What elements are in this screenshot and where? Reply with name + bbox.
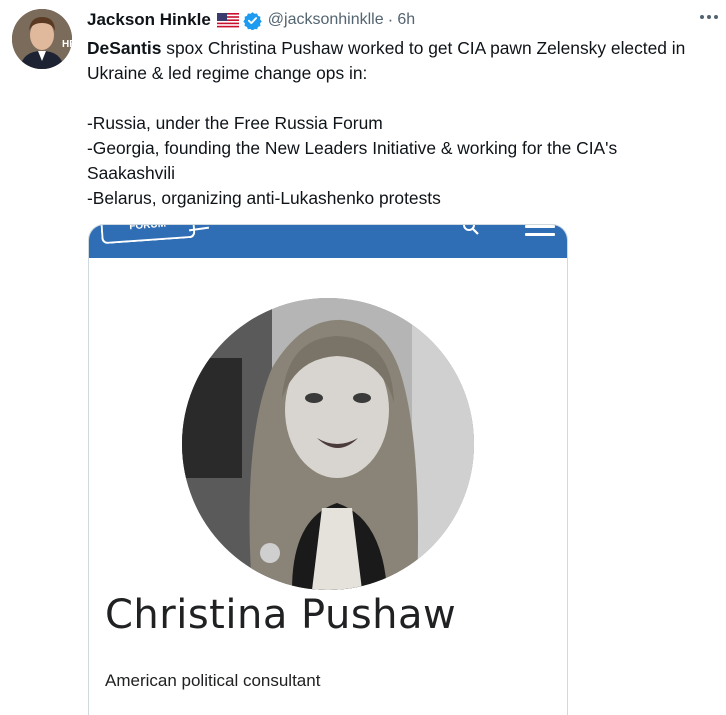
- hamburger-menu-icon: [525, 225, 555, 245]
- author-handle[interactable]: @jacksonhinklle: [268, 11, 384, 29]
- more-horizontal-icon: [700, 15, 718, 19]
- avatar-image: HB: [12, 9, 72, 69]
- tweet-line-russia: -Russia, under the Free Russia Forum: [87, 113, 383, 133]
- tweet-line-georgia: -Georgia, founding the New Leaders Initi…: [87, 138, 618, 183]
- search-icon: [463, 225, 479, 235]
- tweet-header: Jackson Hinkle @jacksonhinklle · 6h: [87, 9, 415, 31]
- verified-badge-icon[interactable]: [243, 11, 262, 31]
- tweet-line-belarus: -Belarus, organizing anti-Lukashenko pro…: [87, 188, 441, 208]
- svg-text:HB: HB: [62, 39, 72, 50]
- separator-dot: ·: [387, 10, 394, 29]
- us-flag-icon: [216, 12, 239, 28]
- author-avatar[interactable]: HB: [12, 9, 72, 69]
- tweet-line-1: DeSantis spox Christina Pushaw worked to…: [87, 36, 707, 86]
- person-description: American political consultant: [105, 671, 321, 690]
- person-name: Christina Pushaw: [105, 592, 457, 638]
- portrait-photo: [182, 298, 474, 590]
- tweet-media-image[interactable]: FORUM Christina Pushaw American politica…: [88, 224, 568, 715]
- more-options-button[interactable]: [696, 4, 722, 30]
- tweet-line-1-text: spox Christina Pushaw worked to get CIA …: [87, 38, 686, 83]
- tweet-text: DeSantis spox Christina Pushaw worked to…: [87, 36, 707, 211]
- tweet-blank-line: [87, 86, 707, 111]
- tweet-timestamp[interactable]: 6h: [397, 11, 415, 29]
- author-name[interactable]: Jackson Hinkle: [87, 10, 211, 30]
- forum-logo: FORUM: [100, 225, 196, 245]
- mention-link[interactable]: DeSantis: [87, 38, 161, 58]
- website-header-bar: FORUM: [89, 225, 567, 258]
